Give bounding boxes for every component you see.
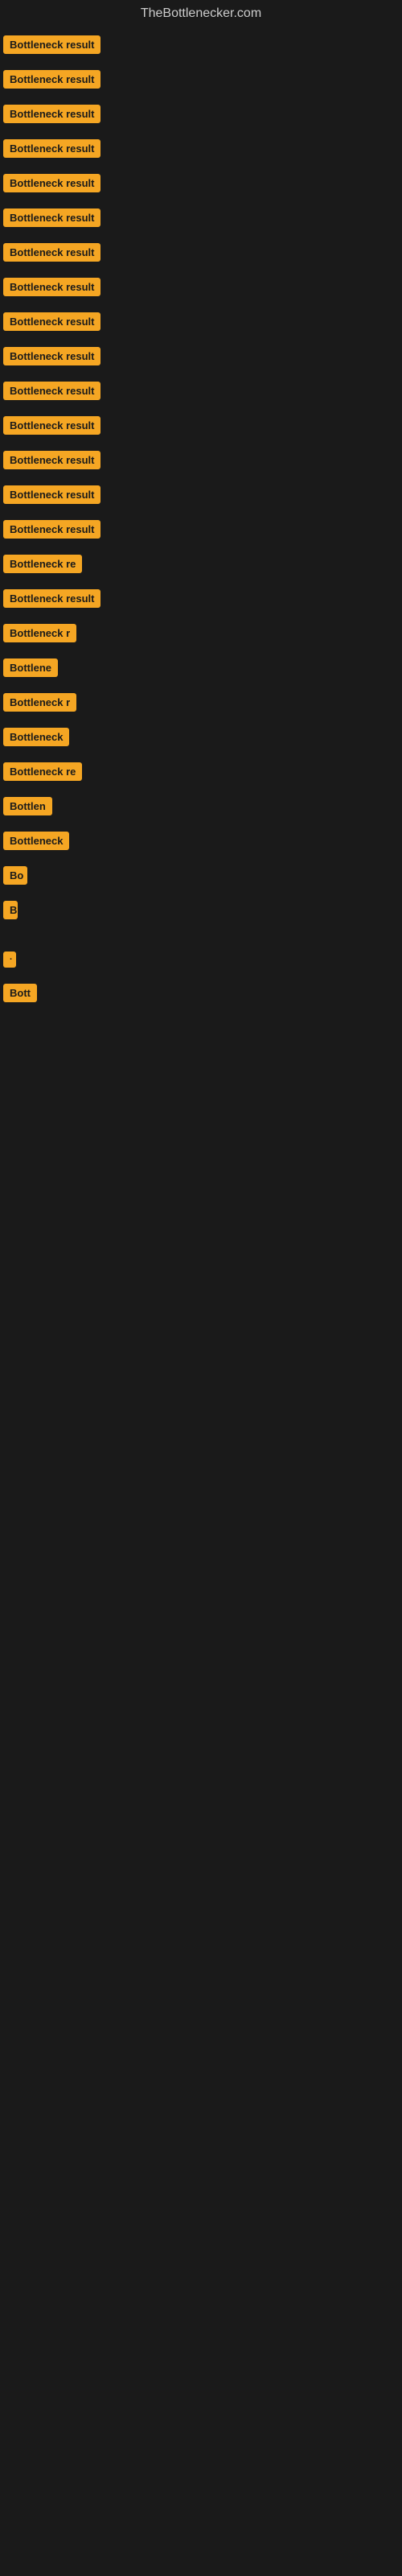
bottleneck-result-badge[interactable]: Bottleneck r (3, 693, 76, 712)
list-item (0, 1059, 402, 1075)
bottleneck-result-badge[interactable]: Bottleneck result (3, 589, 100, 608)
bottleneck-result-badge[interactable]: Bottleneck result (3, 208, 100, 227)
list-item: Bottleneck result (0, 477, 402, 512)
bottleneck-result-badge[interactable]: Bo (3, 866, 27, 885)
list-item: Bo (0, 858, 402, 893)
bottleneck-result-badge[interactable]: B (3, 901, 18, 919)
bottleneck-result-badge[interactable]: Bottleneck (3, 832, 69, 850)
bottleneck-result-badge[interactable]: Bottleneck result (3, 35, 100, 54)
list-item: B (0, 893, 402, 927)
bottleneck-result-badge[interactable]: Bottleneck result (3, 382, 100, 400)
list-item: · (0, 943, 402, 976)
list-item: Bottleneck result (0, 235, 402, 270)
bottleneck-result-badge[interactable]: Bottleneck result (3, 174, 100, 192)
list-item: Bottleneck result (0, 166, 402, 200)
bottleneck-result-badge[interactable]: Bottleneck re (3, 762, 82, 781)
bottleneck-result-badge[interactable]: Bottleneck r (3, 624, 76, 642)
list-item: Bottleneck result (0, 131, 402, 166)
list-item (0, 1075, 402, 1091)
list-item: Bottleneck (0, 720, 402, 754)
list-item: Bottleneck result (0, 27, 402, 62)
bottleneck-result-badge[interactable]: Bottleneck result (3, 485, 100, 504)
bottleneck-result-badge[interactable]: · (3, 952, 16, 968)
list-item: Bottleneck r (0, 685, 402, 720)
list-item: Bottleneck result (0, 443, 402, 477)
list-item: Bottleneck result (0, 200, 402, 235)
bottleneck-result-badge[interactable]: Bottleneck result (3, 451, 100, 469)
list-item (0, 1042, 402, 1059)
bottleneck-result-badge[interactable]: Bottleneck re (3, 555, 82, 573)
list-item: Bott (0, 976, 402, 1010)
list-item: Bottleneck result (0, 408, 402, 443)
bottleneck-result-badge[interactable]: Bottleneck result (3, 70, 100, 89)
bottleneck-result-badge[interactable]: Bottlene (3, 658, 58, 677)
bottleneck-result-badge[interactable]: Bottleneck result (3, 347, 100, 365)
list-item: Bottleneck (0, 824, 402, 858)
bottleneck-result-badge[interactable]: Bottleneck result (3, 243, 100, 262)
bottleneck-result-badge[interactable]: Bottleneck (3, 728, 69, 746)
list-item: Bottleneck re (0, 547, 402, 581)
bottleneck-result-badge[interactable]: Bottleneck result (3, 312, 100, 331)
list-item: Bottleneck result (0, 581, 402, 616)
list-item: Bottleneck result (0, 374, 402, 408)
list-item (0, 927, 402, 943)
list-item: Bottleneck result (0, 62, 402, 97)
list-item (0, 1026, 402, 1042)
bottleneck-result-badge[interactable]: Bottleneck result (3, 105, 100, 123)
list-item (0, 1010, 402, 1026)
list-item: Bottleneck result (0, 304, 402, 339)
list-item: Bottlen (0, 789, 402, 824)
list-item: Bottleneck result (0, 339, 402, 374)
bottleneck-result-badge[interactable]: Bottleneck result (3, 139, 100, 158)
site-title: TheBottlenecker.com (0, 0, 402, 27)
list-item: Bottleneck re (0, 754, 402, 789)
list-item: Bottleneck r (0, 616, 402, 650)
bottleneck-result-badge[interactable]: Bott (3, 984, 37, 1002)
list-item: Bottlene (0, 650, 402, 685)
list-item: Bottleneck result (0, 512, 402, 547)
bottleneck-result-badge[interactable]: Bottleneck result (3, 416, 100, 435)
bottleneck-result-badge[interactable]: Bottleneck result (3, 520, 100, 539)
list-item: Bottleneck result (0, 97, 402, 131)
bottleneck-result-badge[interactable]: Bottlen (3, 797, 52, 815)
bottleneck-result-badge[interactable]: Bottleneck result (3, 278, 100, 296)
list-item: Bottleneck result (0, 270, 402, 304)
